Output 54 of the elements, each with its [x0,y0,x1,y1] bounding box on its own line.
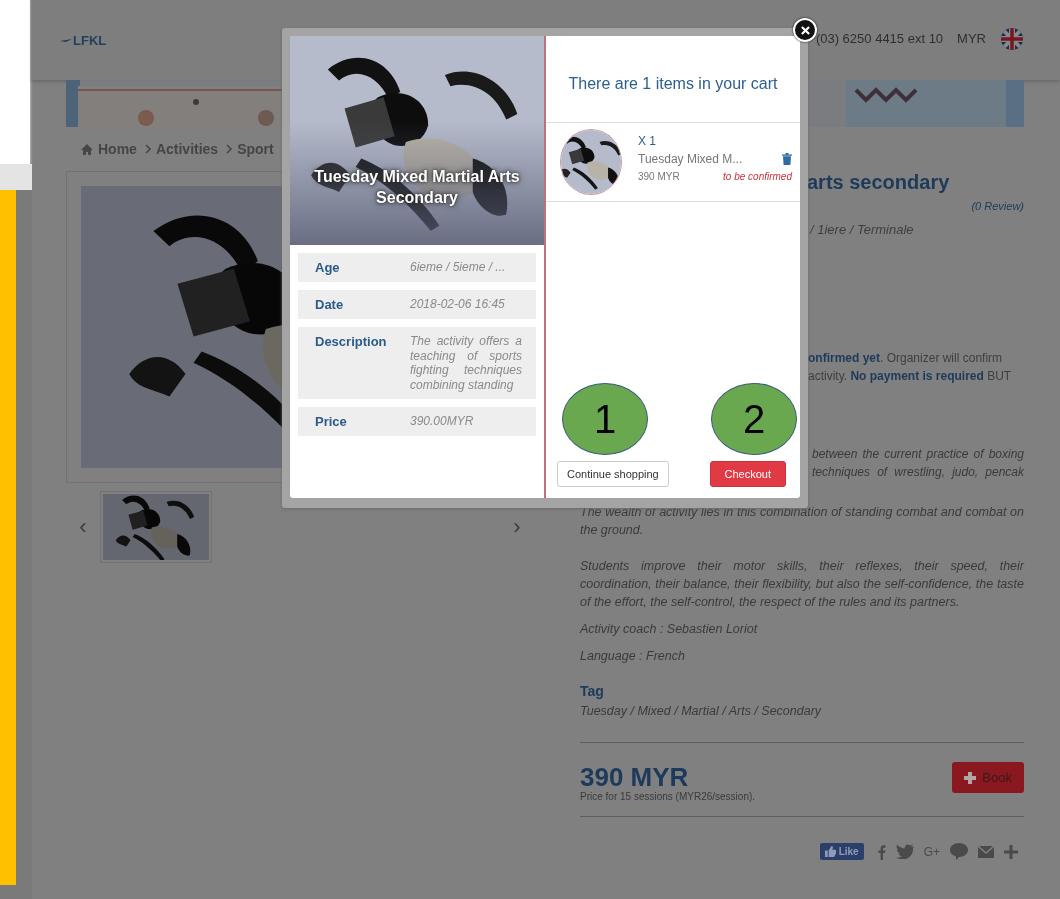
activity-title: arts secondary [807,171,951,194]
cart-heading: There are 1 items in your cart [546,36,800,123]
description-paragraph: Students improve their motor skills, their reflexes, their speed, their coordination, their balance, their flexibility, but also the self-confidence, the taste of the effort, the self-control, the respect of the rules and its partners. [580,558,1024,611]
close-icon [800,25,810,35]
logo-icon [60,36,72,44]
info-label: Date [315,297,345,312]
currency-selector[interactable]: MYR [957,31,986,46]
plus-icon[interactable] [1004,844,1018,859]
notice-text: activity. No payment is required BUT [808,368,1013,385]
tag-list: Tuesday / Mixed / Martial / Arts / Secondary [580,704,1024,743]
bird-icon[interactable] [895,844,914,859]
tag-heading: Tag [580,683,605,699]
coach-text: Activity coach : Sebastien Loriot [580,622,759,636]
breadcrumb-link[interactable]: Home [98,141,137,157]
thumbs-up-icon [824,846,836,857]
info-value: The activity offers a teaching of sports fighting techniques combining standing [410,334,522,392]
age-levels: / 1iere / Terminale [810,222,915,237]
chat-bubble-icon[interactable] [950,843,968,860]
item-name[interactable]: Tuesday Mixed M... [638,152,743,166]
item-quantity: X 1 [638,134,657,148]
price-note: Price for 15 sessions (MYR26/session). [580,791,756,802]
dialog-button[interactable]: Checkout [709,461,786,487]
info-value: 390.00MYR [410,414,475,429]
description-text: techniques of wrestling, judo, pencak [812,464,1024,481]
book-button[interactable]: Book [952,762,1024,793]
breadcrumb-link[interactable]: Sport [237,141,274,157]
mail-icon[interactable] [978,845,994,858]
flag-icon[interactable] [1000,26,1024,51]
review-count[interactable]: (0 Review) [971,200,1024,212]
language-text: Language : French [580,649,686,663]
breadcrumb-link[interactable]: Activities [155,141,219,157]
previous-arrow[interactable]: ‹ [66,514,100,540]
dialog-button[interactable]: Continue shopping [557,461,669,487]
home-icon [81,143,93,155]
info-label: Age [315,260,341,275]
logo[interactable]: LFKL [73,32,107,48]
chevron-icon [144,144,151,154]
info-value: 2018-02-06 16:45 [410,297,506,312]
phone-number: (03) 6250 4415 ext 10 [815,31,944,46]
price: 390 MYR [580,763,690,791]
chevron-icon [226,144,233,154]
next-arrow[interactable]: › [500,514,534,540]
info-label: Description [315,334,388,351]
side-band [0,164,32,190]
info-label: Price [315,414,348,429]
info-value: 6ieme / 5ieme / ... [410,260,507,275]
facebook-icon[interactable] [877,843,886,860]
item-status: to be confirmed [723,171,792,182]
trash-icon[interactable] [782,153,792,165]
like-button[interactable]: Like [819,843,864,860]
description-text: between the current practice of boxing [812,446,1024,463]
item-price: 390 MYR [638,171,680,182]
plus-icon [964,771,977,784]
notice-text: onfirmed yet. Organizer will confirm [808,350,1004,367]
